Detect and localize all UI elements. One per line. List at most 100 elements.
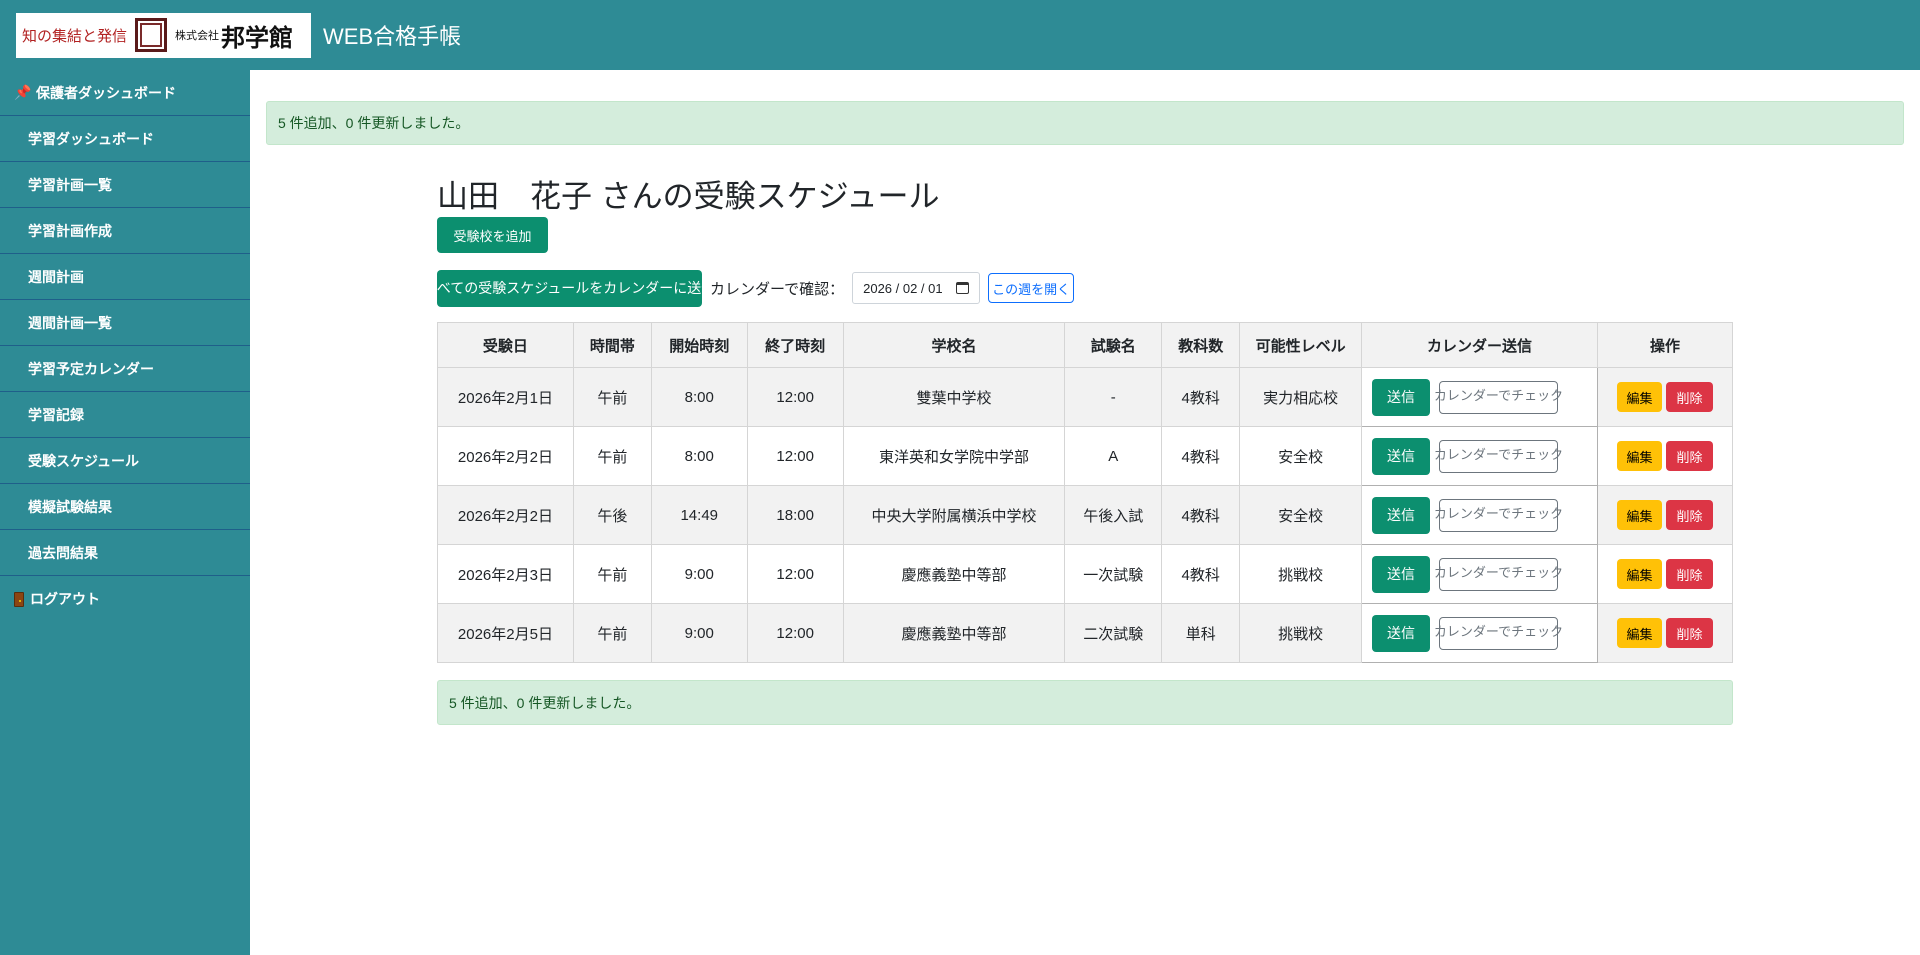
edit-button[interactable]: 編集 bbox=[1616, 441, 1662, 471]
cell-subjects: 4教科 bbox=[1161, 544, 1241, 604]
sidebar-item-label: 学習ダッシュボード bbox=[28, 130, 154, 147]
send-button[interactable]: 送信 bbox=[1372, 555, 1431, 593]
cell-level: 挑戦校 bbox=[1239, 544, 1363, 604]
send-button[interactable]: 送信 bbox=[1372, 378, 1431, 416]
logo-company: 株式会社 bbox=[175, 29, 220, 42]
sidebar-item-label: 学習記録 bbox=[28, 406, 84, 423]
cell-date: 2026年2月1日 bbox=[437, 367, 574, 427]
send-all-to-calendar-button[interactable]: すべての受験スケジュールをカレンダーに送信 bbox=[424, 269, 715, 307]
cell-school: 雙葉中学校 bbox=[842, 367, 1066, 427]
sidebar-item-logout[interactable]: ログアウト bbox=[0, 576, 250, 622]
sidebar-item-weekly-plan-list[interactable]: 週間計画一覧 bbox=[0, 300, 250, 346]
cell-level: 安全校 bbox=[1239, 426, 1363, 486]
sidebar-item-label: ログアウト bbox=[30, 591, 100, 607]
sidebar-item-label: 過去問結果 bbox=[28, 544, 98, 561]
cell-start: 8:00 bbox=[650, 426, 748, 486]
cell-actions: 編集 削除 bbox=[1596, 603, 1734, 663]
cell-level: 安全校 bbox=[1239, 485, 1363, 545]
sidebar: 📌 保護者ダッシュボード 学習ダッシュボード 学習計画一覧 学習計画作成 週間計… bbox=[0, 70, 250, 955]
cell-exam: A bbox=[1064, 426, 1163, 486]
add-school-button[interactable]: 受験校を追加 bbox=[437, 217, 548, 253]
app-header: 知の集結と発信 株式会社 邦学館 WEB合格手帳 bbox=[0, 0, 1920, 70]
company-logo[interactable]: 知の集結と発信 株式会社 邦学館 bbox=[16, 12, 311, 58]
cell-start: 14:49 bbox=[650, 485, 748, 545]
send-button[interactable]: 送信 bbox=[1372, 496, 1431, 534]
calendar-date-value: 2026 / 02 / 01 bbox=[863, 280, 943, 296]
header-exam-date: 受験日 bbox=[437, 322, 574, 368]
table-row: 2026年2月5日 午前 9:00 12:00 慶應義塾中等部 二次試験 単科 … bbox=[437, 603, 1734, 663]
sidebar-item-study-records[interactable]: 学習記録 bbox=[0, 392, 250, 438]
sidebar-item-parent-dashboard[interactable]: 📌 保護者ダッシュボード bbox=[0, 70, 250, 116]
sidebar-item-label: 受験スケジュール bbox=[28, 452, 140, 469]
cell-actions: 編集 削除 bbox=[1596, 367, 1734, 427]
cell-end: 12:00 bbox=[746, 367, 844, 427]
header-time-slot: 時間帯 bbox=[572, 322, 652, 368]
sidebar-item-exam-schedule[interactable]: 受験スケジュール bbox=[0, 438, 250, 484]
check-calendar-button[interactable]: カレンダーでチェック bbox=[1434, 380, 1563, 414]
table-row: 2026年2月2日 午後 14:49 18:00 中央大学附属横浜中学校 午後入… bbox=[437, 485, 1734, 545]
page-title: 山田 花子 さんの受験スケジュール bbox=[437, 179, 940, 214]
sidebar-item-study-dashboard[interactable]: 学習ダッシュボード bbox=[0, 116, 250, 162]
cell-school: 中央大学附属横浜中学校 bbox=[842, 485, 1066, 545]
sidebar-item-mock-exam-results[interactable]: 模擬試験結果 bbox=[0, 484, 250, 530]
delete-button[interactable]: 削除 bbox=[1665, 441, 1713, 471]
edit-button[interactable]: 編集 bbox=[1616, 500, 1662, 530]
check-calendar-button[interactable]: カレンダーでチェック bbox=[1434, 616, 1563, 650]
cell-actions: 編集 削除 bbox=[1596, 485, 1734, 545]
sidebar-item-past-exam-results[interactable]: 過去問結果 bbox=[0, 530, 250, 576]
cell-start: 9:00 bbox=[650, 603, 748, 663]
cell-slot: 午後 bbox=[572, 485, 652, 545]
cell-calendar: 送信 カレンダーでチェック bbox=[1361, 603, 1598, 663]
header-end-time: 終了時刻 bbox=[746, 322, 844, 368]
cell-actions: 編集 削除 bbox=[1596, 544, 1734, 604]
logo-tagline: 知の集結と発信 bbox=[22, 26, 128, 45]
calendar-date-input[interactable]: 2026 / 02 / 01 bbox=[852, 272, 981, 304]
cell-calendar: 送信 カレンダーでチェック bbox=[1361, 485, 1598, 545]
cell-slot: 午前 bbox=[572, 367, 652, 427]
cell-slot: 午前 bbox=[572, 603, 652, 663]
success-alert-top: 5 件追加、0 件更新しました。 bbox=[266, 101, 1904, 145]
header-exam-name: 試験名 bbox=[1064, 322, 1163, 368]
cell-end: 12:00 bbox=[746, 426, 844, 486]
cell-date: 2026年2月3日 bbox=[437, 544, 574, 604]
cell-school: 東洋英和女学院中学部 bbox=[842, 426, 1066, 486]
sidebar-item-label: 学習計画一覧 bbox=[28, 176, 112, 193]
exam-schedule-table: 受験日 時間帯 開始時刻 終了時刻 学校名 試験名 教科数 可能性レベル カレン… bbox=[437, 322, 1734, 663]
delete-button[interactable]: 削除 bbox=[1665, 559, 1713, 589]
table-row: 2026年2月3日 午前 9:00 12:00 慶應義塾中等部 一次試験 4教科… bbox=[437, 544, 1734, 604]
send-button[interactable]: 送信 bbox=[1372, 614, 1431, 652]
edit-button[interactable]: 編集 bbox=[1616, 559, 1662, 589]
cell-calendar: 送信 カレンダーでチェック bbox=[1361, 426, 1598, 486]
sidebar-item-weekly-plan[interactable]: 週間計画 bbox=[0, 254, 250, 300]
sidebar-item-study-calendar[interactable]: 学習予定カレンダー bbox=[0, 346, 250, 392]
send-button[interactable]: 送信 bbox=[1372, 437, 1431, 475]
cell-exam: 午後入試 bbox=[1064, 485, 1163, 545]
cell-school: 慶應義塾中等部 bbox=[842, 544, 1066, 604]
check-calendar-button[interactable]: カレンダーでチェック bbox=[1434, 557, 1563, 591]
cell-end: 12:00 bbox=[746, 603, 844, 663]
sidebar-item-study-plan-create[interactable]: 学習計画作成 bbox=[0, 208, 250, 254]
delete-button[interactable]: 削除 bbox=[1665, 500, 1713, 530]
calendar-icon[interactable] bbox=[956, 282, 970, 294]
edit-button[interactable]: 編集 bbox=[1616, 382, 1662, 412]
cell-start: 9:00 bbox=[650, 544, 748, 604]
sidebar-item-label: 週間計画 bbox=[28, 268, 84, 285]
sidebar-item-label: 学習予定カレンダー bbox=[28, 360, 154, 377]
sidebar-item-study-plan-list[interactable]: 学習計画一覧 bbox=[0, 162, 250, 208]
app-title: WEB合格手帳 bbox=[323, 24, 462, 49]
cell-exam: 二次試験 bbox=[1064, 603, 1163, 663]
success-alert-bottom: 5 件追加、0 件更新しました。 bbox=[437, 680, 1733, 725]
delete-button[interactable]: 削除 bbox=[1665, 382, 1713, 412]
delete-button[interactable]: 削除 bbox=[1665, 618, 1713, 648]
cell-calendar: 送信 カレンダーでチェック bbox=[1361, 544, 1598, 604]
check-calendar-button[interactable]: カレンダーでチェック bbox=[1434, 439, 1563, 473]
logo-name: 邦学館 bbox=[221, 22, 294, 52]
cell-subjects: 4教科 bbox=[1161, 485, 1241, 545]
edit-button[interactable]: 編集 bbox=[1616, 618, 1662, 648]
cell-level: 挑戦校 bbox=[1239, 603, 1363, 663]
calendar-toolbar: すべての受験スケジュールをカレンダーに送信 カレンダーで確認： 2026 / 0… bbox=[424, 269, 1075, 307]
open-week-button[interactable]: この週を開く bbox=[988, 273, 1075, 303]
cell-end: 18:00 bbox=[746, 485, 844, 545]
logo-frame-icon bbox=[135, 18, 168, 52]
check-calendar-button[interactable]: カレンダーでチェック bbox=[1434, 498, 1563, 532]
